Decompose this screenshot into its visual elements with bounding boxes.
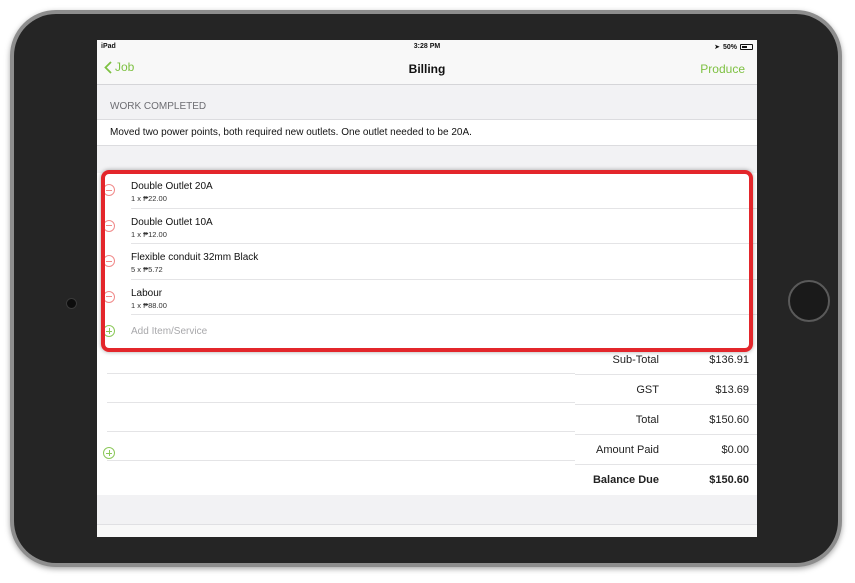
amount-paid-row: Amount Paid $0.00	[575, 435, 757, 465]
work-description-text: Moved two power points, both required ne…	[110, 127, 472, 138]
work-description-field[interactable]: Moved two power points, both required ne…	[97, 119, 757, 146]
balance-due-row: Balance Due $150.60	[575, 465, 757, 495]
subtotal-label: Sub-Total	[612, 354, 659, 366]
highlight-box	[101, 170, 753, 352]
amount-paid-value: $0.00	[721, 444, 749, 456]
add-payment-icon	[103, 447, 115, 459]
battery-percent: 50%	[722, 43, 737, 51]
gst-value: $13.69	[715, 384, 749, 396]
camera-icon	[66, 298, 77, 309]
status-bar: iPad 3:28 PM ➤ 50%	[97, 40, 757, 54]
amount-paid-label: Amount Paid	[596, 444, 659, 456]
produce-button[interactable]: Produce	[700, 62, 745, 76]
payment-lines	[107, 345, 575, 461]
page-title: Billing	[408, 62, 446, 76]
divider	[107, 403, 575, 432]
balance-due-label: Balance Due	[592, 474, 659, 486]
total-row: Total $150.60	[575, 405, 757, 435]
total-value: $150.60	[709, 414, 749, 426]
totals-section: Sub-Total $136.91 GST $13.69 Total $150.…	[97, 345, 757, 495]
add-payment-button[interactable]	[103, 437, 151, 467]
subtotal-value: $136.91	[709, 354, 749, 366]
bottom-toolbar	[97, 524, 757, 537]
work-completed-header: WORK COMPLETED	[110, 101, 207, 112]
totals-table: Sub-Total $136.91 GST $13.69 Total $150.…	[575, 345, 757, 495]
divider	[107, 374, 575, 403]
battery-icon	[740, 44, 753, 50]
home-button[interactable]	[788, 280, 830, 322]
location-icon: ➤	[714, 44, 720, 51]
balance-due-value: $150.60	[709, 474, 749, 486]
status-time: 3:28 PM	[413, 43, 441, 50]
divider	[107, 432, 575, 461]
gst-label: GST	[636, 384, 659, 396]
status-right: ➤ 50%	[714, 43, 753, 51]
navigation-bar: Job Billing Produce	[97, 54, 757, 85]
gst-row: GST $13.69	[575, 375, 757, 405]
total-label: Total	[635, 414, 659, 426]
